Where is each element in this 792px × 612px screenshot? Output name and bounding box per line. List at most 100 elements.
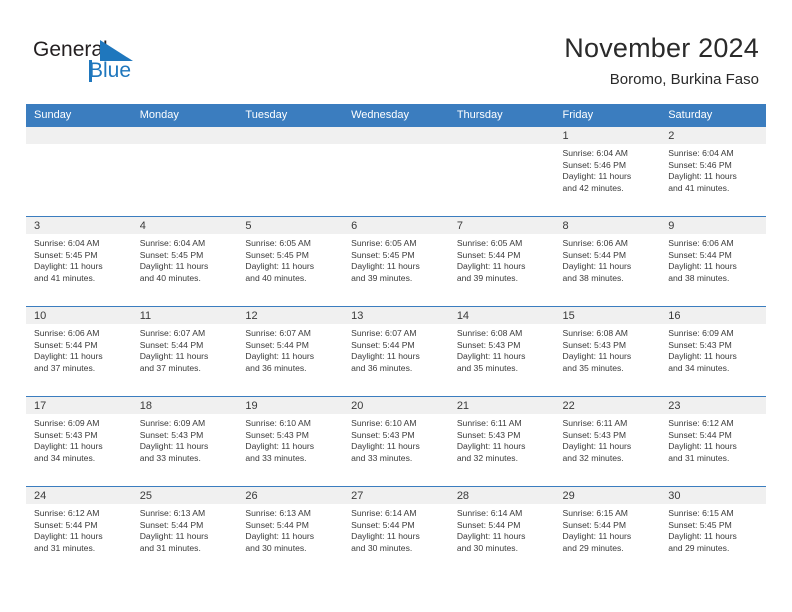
daylight-duration-line1: Daylight: 11 hours: [245, 261, 315, 272]
day-number: 9: [660, 217, 766, 234]
calendar-day-cell[interactable]: 27 Sunrise: 6:14 AM Sunset: 5:44 PM Dayligh…: [343, 486, 449, 577]
day-details: Sunrise: 6:15 AM Sunset: 5:45 PM Daylight:…: [660, 504, 766, 554]
day-number: 6: [343, 217, 449, 234]
calendar-day-cell[interactable]: 22 Sunrise: 6:11 AM Sunset: 5:43 PM Dayligh…: [554, 396, 661, 487]
calendar-day-cell[interactable]: 18 Sunrise: 6:09 AM Sunset: 5:43 PM Dayligh…: [131, 396, 238, 487]
calendar-day-cell[interactable]: 21 Sunrise: 6:11 AM Sunset: 5:43 PM Dayligh…: [448, 396, 555, 487]
calendar-day-cell[interactable]: 30 Sunrise: 6:15 AM Sunset: 5:45 PM Dayligh…: [660, 486, 766, 577]
weekday-header-monday: Monday: [131, 104, 238, 127]
calendar-day-cell[interactable]: 10 Sunrise: 6:06 AM Sunset: 5:44 PM Dayligh…: [26, 306, 132, 397]
calendar-day-cell[interactable]: 26 Sunrise: 6:13 AM Sunset: 5:44 PM Dayligh…: [237, 486, 344, 577]
day-details: Sunrise: 6:15 AM Sunset: 5:44 PM Daylight:…: [555, 504, 661, 554]
calendar-day-cell[interactable]: 12 Sunrise: 6:07 AM Sunset: 5:44 PM Dayligh…: [237, 306, 344, 397]
sunset-time: Sunset: 5:43 PM: [245, 429, 309, 440]
sunrise-time: Sunrise: 6:10 AM: [245, 418, 311, 428]
daylight-duration-line1: Daylight: 11 hours: [34, 261, 103, 272]
day-details: Sunrise: 6:10 AM Sunset: 5:43 PM Daylight:…: [237, 414, 343, 464]
calendar-day-cell[interactable]: 14 Sunrise: 6:08 AM Sunset: 5:43 PM Dayligh…: [448, 306, 555, 397]
daylight-duration-line1: Daylight: 11 hours: [351, 261, 420, 272]
day-details: Sunrise: 6:04 AM Sunset: 5:46 PM Daylight:…: [660, 144, 766, 194]
calendar-week-row: 10 Sunrise: 6:06 AM Sunset: 5:44 PM Dayligh…: [26, 306, 766, 397]
calendar-day-cell[interactable]: 19 Sunrise: 6:10 AM Sunset: 5:43 PM Dayligh…: [237, 396, 344, 487]
day-number: 2: [660, 127, 766, 144]
sunset-time: Sunset: 5:46 PM: [562, 159, 627, 170]
day-number: 30: [660, 487, 766, 504]
calendar-day-cell[interactable]: 4 Sunrise: 6:04 AM Sunset: 5:45 PM Daylight…: [131, 216, 238, 307]
daylight-duration-line2: and 30 minutes.: [351, 542, 413, 553]
daylight-duration-line2: and 36 minutes.: [351, 362, 413, 373]
sunset-time: Sunset: 5:45 PM: [351, 249, 415, 260]
day-number: 22: [554, 397, 661, 414]
sunset-time: Sunset: 5:44 PM: [562, 519, 627, 530]
sunset-time: Sunset: 5:45 PM: [139, 249, 204, 260]
calendar-day-cell[interactable]: 11 Sunrise: 6:07 AM Sunset: 5:44 PM Dayligh…: [131, 306, 238, 397]
calendar-day-cell[interactable]: 13 Sunrise: 6:07 AM Sunset: 5:44 PM Dayligh…: [343, 306, 449, 397]
sunset-time: Sunset: 5:44 PM: [139, 339, 204, 350]
calendar-day-cell[interactable]: 16 Sunrise: 6:09 AM Sunset: 5:43 PM Dayligh…: [660, 306, 766, 397]
calendar-day-cell[interactable]: 7 Sunrise: 6:05 AM Sunset: 5:44 PM Daylight…: [448, 216, 555, 307]
calendar-day-cell[interactable]: 2 Sunrise: 6:04 AM Sunset: 5:46 PM Daylight…: [660, 126, 766, 217]
day-number: 20: [343, 397, 449, 414]
calendar-day-cell[interactable]: 20 Sunrise: 6:10 AM Sunset: 5:43 PM Dayligh…: [343, 396, 449, 487]
day-details: Sunrise: 6:13 AM Sunset: 5:44 PM Daylight:…: [237, 504, 343, 554]
day-number: 14: [448, 307, 555, 324]
sunrise-time: Sunrise: 6:15 AM: [668, 508, 734, 518]
sunset-time: Sunset: 5:44 PM: [562, 249, 627, 260]
calendar-week-row: 3 Sunrise: 6:04 AM Sunset: 5:45 PM Daylight…: [26, 216, 766, 307]
daylight-duration-line2: and 36 minutes.: [245, 362, 307, 373]
sunrise-time: Sunrise: 6:05 AM: [456, 238, 523, 248]
daylight-duration-line1: Daylight: 11 hours: [351, 531, 420, 542]
daylight-duration-line2: and 33 minutes.: [245, 452, 307, 463]
day-number: [448, 127, 555, 144]
calendar-day-cell[interactable]: 15 Sunrise: 6:08 AM Sunset: 5:43 PM Dayligh…: [554, 306, 661, 397]
sunset-time: Sunset: 5:45 PM: [245, 249, 309, 260]
sunrise-time: Sunrise: 6:05 AM: [245, 238, 311, 248]
day-details: Sunrise: 6:06 AM Sunset: 5:44 PM Daylight:…: [26, 324, 132, 374]
daylight-duration-line1: Daylight: 11 hours: [456, 441, 526, 452]
daylight-duration-line2: and 40 minutes.: [139, 272, 201, 283]
day-number: 25: [131, 487, 238, 504]
daylight-duration-line1: Daylight: 11 hours: [139, 531, 209, 542]
daylight-duration-line1: Daylight: 11 hours: [456, 531, 526, 542]
calendar-day-cell[interactable]: 6 Sunrise: 6:05 AM Sunset: 5:45 PM Daylight…: [343, 216, 449, 307]
day-number: 15: [554, 307, 661, 324]
day-details: Sunrise: 6:08 AM Sunset: 5:43 PM Daylight:…: [555, 324, 661, 374]
day-number: 1: [554, 127, 661, 144]
calendar-day-cell[interactable]: 17 Sunrise: 6:09 AM Sunset: 5:43 PM Dayligh…: [26, 396, 132, 487]
calendar-day-cell[interactable]: 5 Sunrise: 6:05 AM Sunset: 5:45 PM Daylight…: [237, 216, 344, 307]
day-number: [343, 127, 449, 144]
calendar-day-cell-empty: [343, 126, 449, 217]
sunset-time: Sunset: 5:43 PM: [562, 339, 627, 350]
daylight-duration-line2: and 39 minutes.: [456, 272, 518, 283]
sunrise-time: Sunrise: 6:09 AM: [668, 328, 734, 338]
daylight-duration-line1: Daylight: 11 hours: [456, 351, 526, 362]
day-details: Sunrise: 6:05 AM Sunset: 5:45 PM Daylight:…: [343, 234, 449, 284]
sunrise-time: Sunrise: 6:06 AM: [562, 238, 628, 248]
day-details: Sunrise: 6:12 AM Sunset: 5:44 PM Daylight:…: [660, 414, 766, 464]
sunset-time: Sunset: 5:44 PM: [245, 339, 309, 350]
calendar-day-cell[interactable]: 8 Sunrise: 6:06 AM Sunset: 5:44 PM Daylight…: [554, 216, 661, 307]
calendar-day-cell[interactable]: 25 Sunrise: 6:13 AM Sunset: 5:44 PM Dayligh…: [131, 486, 238, 577]
sunrise-time: Sunrise: 6:08 AM: [562, 328, 628, 338]
calendar-day-cell[interactable]: 28 Sunrise: 6:14 AM Sunset: 5:44 PM Dayligh…: [448, 486, 555, 577]
daylight-duration-line1: Daylight: 11 hours: [562, 171, 632, 182]
calendar-day-cell[interactable]: 1 Sunrise: 6:04 AM Sunset: 5:46 PM Daylight…: [554, 126, 661, 217]
day-number: [131, 127, 238, 144]
sunrise-time: Sunrise: 6:11 AM: [456, 418, 522, 428]
day-details: Sunrise: 6:04 AM Sunset: 5:45 PM Daylight:…: [26, 234, 132, 284]
day-number: 28: [448, 487, 555, 504]
daylight-duration-line1: Daylight: 11 hours: [668, 531, 737, 542]
sunrise-time: Sunrise: 6:07 AM: [139, 328, 206, 338]
day-number: 12: [237, 307, 344, 324]
calendar-day-cell[interactable]: 3 Sunrise: 6:04 AM Sunset: 5:45 PM Daylight…: [26, 216, 132, 307]
sunrise-time: Sunrise: 6:06 AM: [34, 328, 100, 338]
calendar-day-cell[interactable]: 29 Sunrise: 6:15 AM Sunset: 5:44 PM Dayligh…: [554, 486, 661, 577]
brand-logo[interactable]: General Blue: [33, 38, 153, 86]
daylight-duration-line2: and 35 minutes.: [562, 362, 624, 373]
weekday-header-friday: Friday: [554, 104, 661, 127]
calendar-day-cell[interactable]: 24 Sunrise: 6:12 AM Sunset: 5:44 PM Dayligh…: [26, 486, 132, 577]
calendar-day-cell[interactable]: 23 Sunrise: 6:12 AM Sunset: 5:44 PM Dayligh…: [660, 396, 766, 487]
calendar-day-cell[interactable]: 9 Sunrise: 6:06 AM Sunset: 5:44 PM Daylight…: [660, 216, 766, 307]
day-number: 23: [660, 397, 766, 414]
sunset-time: Sunset: 5:43 PM: [456, 429, 521, 440]
